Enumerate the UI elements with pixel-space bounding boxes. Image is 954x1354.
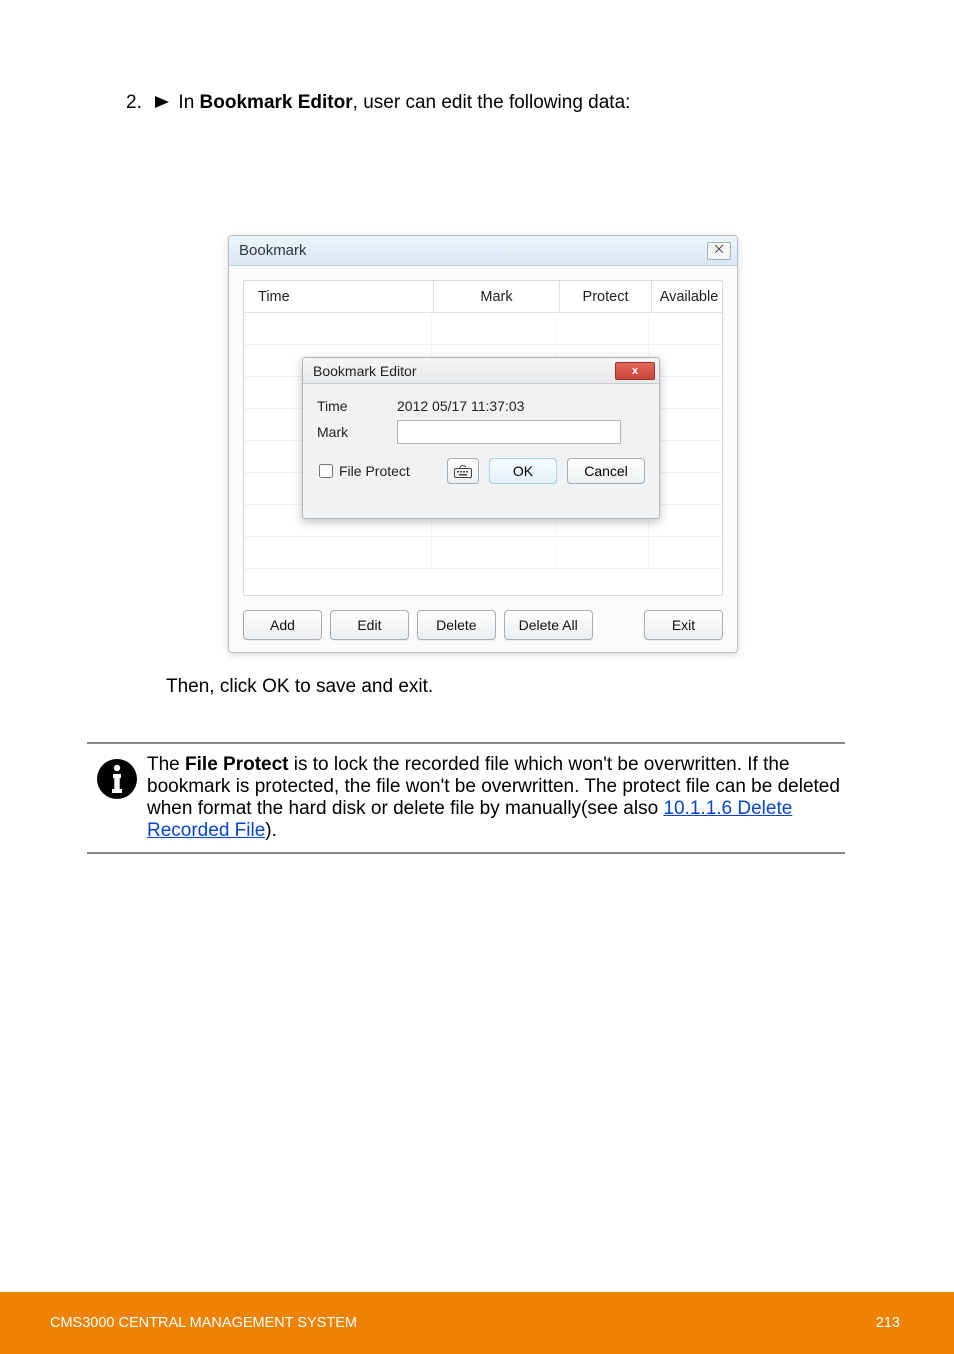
info-icon [87,754,147,842]
after-text: Then, click OK to save and exit. [166,676,876,698]
footer-left: CMS3000 CENTRAL MANAGEMENT SYSTEM [50,1315,876,1331]
ok-button[interactable]: OK [489,458,557,484]
note-text: The File Protect is to lock the recorded… [147,754,845,842]
cancel-button[interactable]: Cancel [567,458,645,484]
delete-button[interactable]: Delete [417,610,496,640]
step-bold: Bookmark Editor [200,92,353,113]
bookmark-buttons: Add Edit Delete Delete All Exit [243,610,723,640]
bookmark-titlebar: Bookmark ⨉ [229,236,737,266]
note-bold: File Protect [180,754,289,775]
note-part1: The [147,754,180,775]
file-protect-checkbox[interactable]: File Protect [319,463,410,479]
editor-titlebar: Bookmark Editor x [303,358,659,384]
mark-label: Mark [317,424,397,440]
delete-all-button[interactable]: Delete All [504,610,593,640]
time-label: Time [317,398,397,414]
close-icon[interactable]: ⨉ [707,242,731,260]
exit-button[interactable]: Exit [644,610,723,640]
column-mark[interactable]: Mark [434,281,560,313]
file-protect-input[interactable] [319,464,333,478]
step-line: 2. In Bookmark Editor, user can edit the… [126,92,630,114]
bookmark-title: Bookmark [239,242,707,259]
keyboard-button[interactable] [447,458,479,484]
footer-page-number: 213 [876,1315,900,1331]
step-prefix: In [178,92,199,113]
table-header-row: Time Mark Protect Available [244,281,722,313]
step-cont: , user can edit the following data: [353,92,631,113]
file-protect-label: File Protect [339,463,410,479]
step-number: 2. [126,92,142,113]
column-available[interactable]: Available [652,281,723,313]
page-footer: CMS3000 CENTRAL MANAGEMENT SYSTEM 213 [0,1292,954,1354]
bookmark-editor-dialog: Bookmark Editor x Time 2012 05/17 11:37:… [302,357,660,519]
keyboard-icon [454,464,472,478]
note-part3: ). [265,820,277,841]
column-protect[interactable]: Protect [560,281,652,313]
edit-button[interactable]: Edit [330,610,409,640]
column-time[interactable]: Time [244,281,434,313]
arrow-icon [155,92,169,114]
add-button[interactable]: Add [243,610,322,640]
mark-input[interactable] [397,420,621,444]
editor-title: Bookmark Editor [313,363,615,379]
close-icon[interactable]: x [615,362,655,380]
note-block: The File Protect is to lock the recorded… [87,742,845,854]
time-value: 2012 05/17 11:37:03 [397,398,645,414]
